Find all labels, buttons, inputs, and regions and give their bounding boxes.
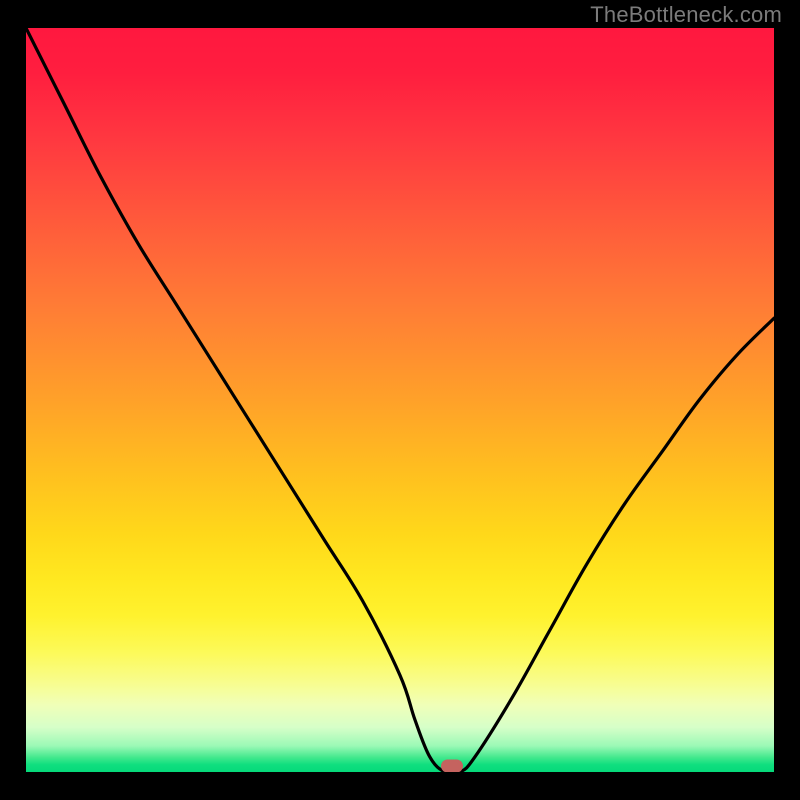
plot-area: [26, 28, 774, 772]
watermark-text: TheBottleneck.com: [590, 2, 782, 28]
curve-path: [26, 28, 774, 772]
bottleneck-curve: [26, 28, 774, 772]
optimal-marker: [441, 760, 463, 773]
chart-frame: TheBottleneck.com: [0, 0, 800, 800]
